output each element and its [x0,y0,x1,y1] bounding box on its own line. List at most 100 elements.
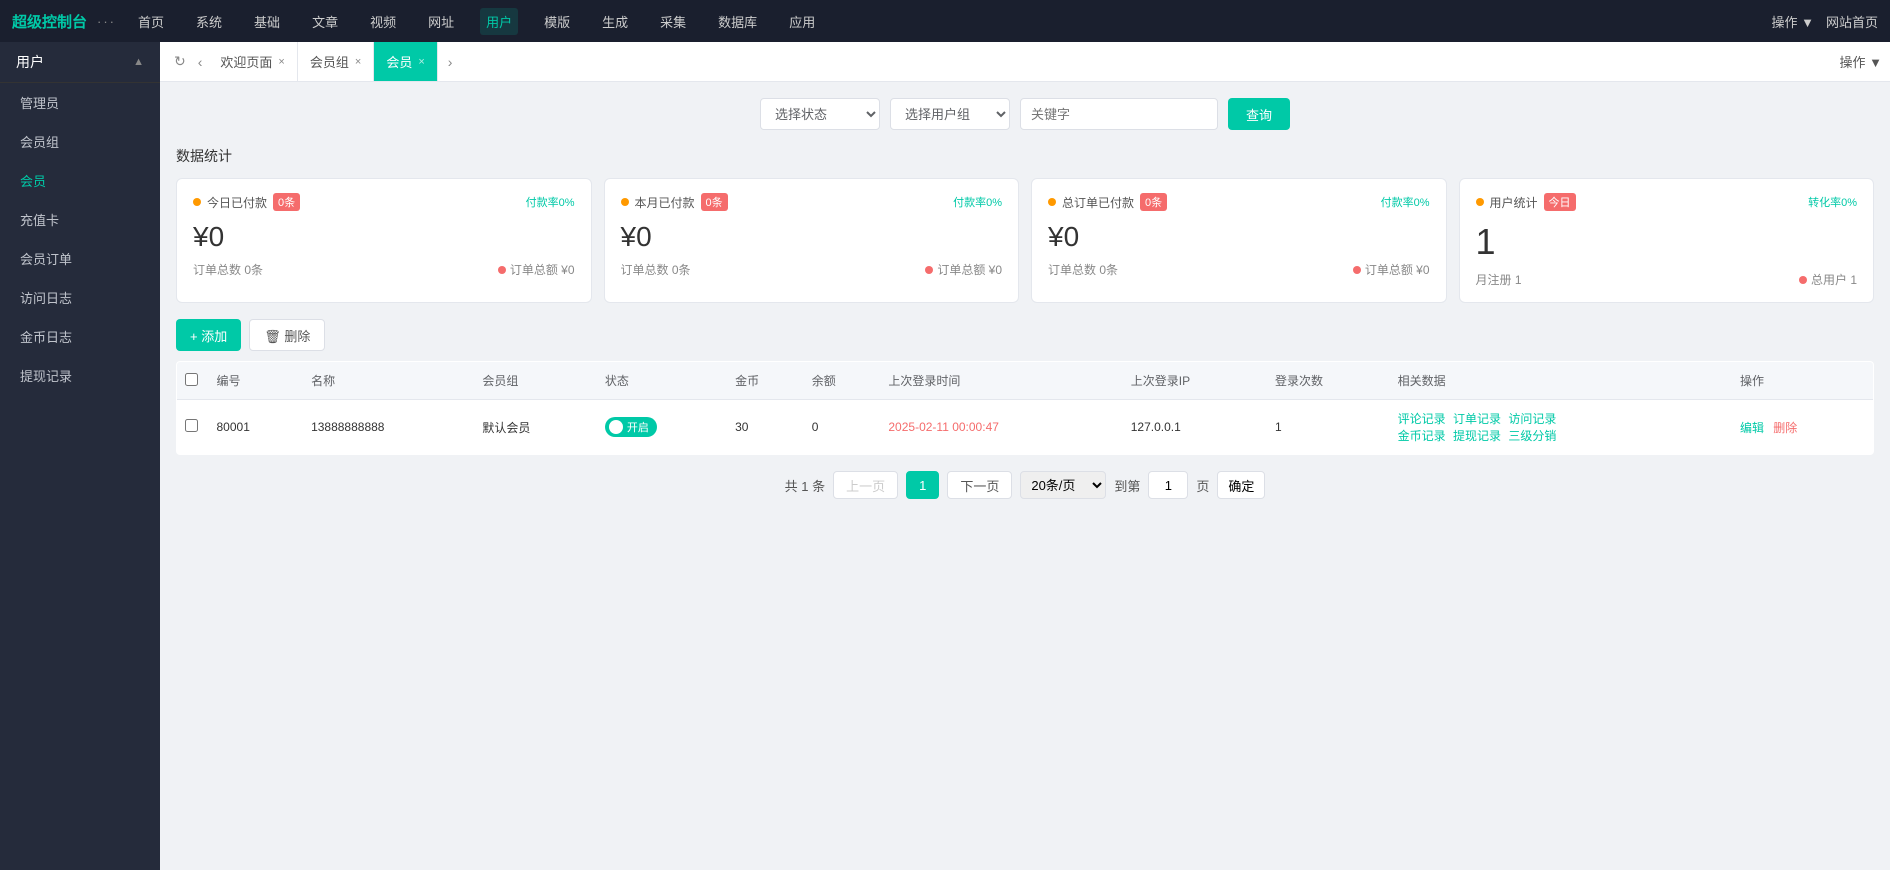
row-last-ip: 127.0.0.1 [1123,400,1267,455]
main-content: ↻ ‹ 欢迎页面 × 会员组 × 会员 × › 操作 ▼ [160,42,1890,870]
tab-membergroup-close[interactable]: × [355,56,361,68]
stat-users-amount: 1 [1476,221,1858,263]
brand-title: 超级控制台 [12,11,87,32]
stat-today-label: 今日已付款 [207,194,267,211]
stats-title: 数据统计 [176,146,1874,166]
stat-card-total-left: 总订单已付款 0条 [1048,193,1167,211]
related-order[interactable]: 订单记录 [1453,412,1501,426]
dot-orange-icon4 [1476,198,1484,206]
next-page-btn[interactable]: 下一页 [947,471,1012,499]
table-row: 80001 13888888888 默认会员 开启 30 0 2025- [177,400,1874,455]
tab-member-close[interactable]: × [418,56,424,68]
last-login-date: 2025-02-11 00:00:47 [888,420,999,434]
stat-total-footer: 订单总数 0条 订单总额 ¥0 [1048,261,1430,278]
row-checkbox-cell [177,400,209,455]
row-last-login: 2025-02-11 00:00:47 [880,400,1122,455]
sidebar-item-membergroup[interactable]: 会员组 [0,122,160,161]
nav-basic[interactable]: 基础 [248,8,286,35]
related-coin[interactable]: 金币记录 [1398,429,1446,443]
stat-today-badge: 0条 [273,193,300,211]
nav-generate[interactable]: 生成 [596,8,634,35]
tab-welcome-label: 欢迎页面 [220,52,272,71]
row-balance: 0 [804,400,881,455]
nav-dots: ··· [97,14,116,29]
top-navigation: 超级控制台 ··· 首页 系统 基础 文章 视频 网址 用户 模版 生成 采集 … [0,0,1890,42]
group-select[interactable]: 选择用户组 默认会员 VIP [890,98,1010,130]
sidebar-header: 用户 ▲ [0,42,160,83]
tab-welcome[interactable]: 欢迎页面 × [208,42,297,81]
sidebar-item-visitlog[interactable]: 访问日志 [0,278,160,317]
row-related: 评论记录 订单记录 访问记录 金币记录 提现记录 三级分销 [1390,400,1732,455]
tab-member[interactable]: 会员 × [374,42,437,81]
page-1-btn[interactable]: 1 [906,471,939,499]
related-comment[interactable]: 评论记录 [1398,412,1446,426]
tab-next-btn[interactable]: › [442,50,459,74]
nav-video[interactable]: 视频 [364,8,402,35]
content-area: 选择状态 开启 关闭 选择用户组 默认会员 VIP 查询 数据统计 [160,82,1890,870]
goto-page-input[interactable] [1148,471,1188,499]
top-action-btn[interactable]: 操作 ▼ [1772,12,1814,31]
stat-month-footer: 订单总数 0条 订单总额 ¥0 [621,261,1003,278]
table-header: 编号 名称 会员组 状态 金币 余额 上次登录时间 上次登录IP 登录次数 相关… [177,362,1874,400]
row-login-count: 1 [1267,400,1390,455]
sidebar-item-coinlog[interactable]: 金币日志 [0,317,160,356]
toggle-label: 开启 [627,419,649,435]
sidebar-title: 用户 [16,52,44,72]
tab-action-btn[interactable]: 操作 ▼ [1840,52,1882,71]
th-id: 编号 [209,362,304,400]
stat-users-monthly-label: 月注册 1 [1476,271,1522,288]
nav-article[interactable]: 文章 [306,8,344,35]
edit-btn[interactable]: 编辑 [1740,421,1764,435]
nav-home[interactable]: 首页 [132,8,170,35]
confirm-page-btn[interactable]: 确定 [1217,471,1265,499]
query-button[interactable]: 查询 [1228,98,1290,130]
related-visit[interactable]: 访问记录 [1508,412,1556,426]
related-distribute[interactable]: 三级分销 [1508,429,1556,443]
tab-welcome-close[interactable]: × [278,56,284,68]
delete-button[interactable]: 🗑 删除 [249,319,325,351]
keyword-input[interactable] [1020,98,1218,130]
sidebar-item-member[interactable]: 会员 [0,161,160,200]
nav-system[interactable]: 系统 [190,8,228,35]
nav-user[interactable]: 用户 [480,8,518,35]
tab-membergroup[interactable]: 会员组 × [298,42,374,81]
stat-card-month: 本月已付款 0条 付款率0% ¥0 订单总数 0条 订单总额 ¥0 [604,178,1020,303]
table-actions: + 添加 🗑 删除 [176,319,1874,351]
select-all-checkbox[interactable] [185,373,198,386]
stat-card-month-left: 本月已付款 0条 [621,193,728,211]
related-withdraw[interactable]: 提现记录 [1453,429,1501,443]
row-checkbox[interactable] [185,419,198,432]
refresh-btn[interactable]: ↻ [168,49,192,74]
per-page-select[interactable]: 20条/页 50条/页 100条/页 [1020,471,1106,499]
sidebar-collapse-icon[interactable]: ▲ [133,56,144,68]
dot-orange-icon [193,198,201,206]
nav-website[interactable]: 网址 [422,8,460,35]
row-actions: 编辑 删除 [1732,400,1874,455]
stat-total-rate: 付款率0% [1381,194,1430,210]
nav-collect[interactable]: 采集 [654,8,692,35]
nav-database[interactable]: 数据库 [712,8,763,35]
stat-card-total-header: 总订单已付款 0条 付款率0% [1048,193,1430,211]
status-select[interactable]: 选择状态 开启 关闭 [760,98,880,130]
nav-template[interactable]: 模版 [538,8,576,35]
stats-cards: 今日已付款 0条 付款率0% ¥0 订单总数 0条 订单总额 ¥0 [176,178,1874,303]
add-button[interactable]: + 添加 [176,319,241,351]
stat-total-label: 总订单已付款 [1062,194,1134,211]
stat-users-label: 用户统计 [1490,194,1538,211]
stat-today-count-label: 订单总数 0条 [193,261,263,278]
status-toggle[interactable]: 开启 [605,417,657,437]
delete-btn[interactable]: 删除 [1773,421,1797,435]
sidebar-item-memberorder[interactable]: 会员订单 [0,239,160,278]
sidebar-item-recharge[interactable]: 充值卡 [0,200,160,239]
stat-users-total: 总用户 1 [1799,271,1857,288]
th-name: 名称 [303,362,474,400]
tab-prev-btn[interactable]: ‹ [192,50,209,74]
sidebar-item-withdrawal[interactable]: 提现记录 [0,356,160,395]
row-status: 开启 [597,400,727,455]
stat-total-count-label: 订单总数 0条 [1048,261,1118,278]
sidebar-item-admin[interactable]: 管理员 [0,83,160,122]
prev-page-btn[interactable]: 上一页 [833,471,898,499]
top-site-home-btn[interactable]: 网站首页 [1826,12,1878,31]
nav-app[interactable]: 应用 [783,8,821,35]
stat-users-total-label: 总用户 1 [1811,271,1857,288]
